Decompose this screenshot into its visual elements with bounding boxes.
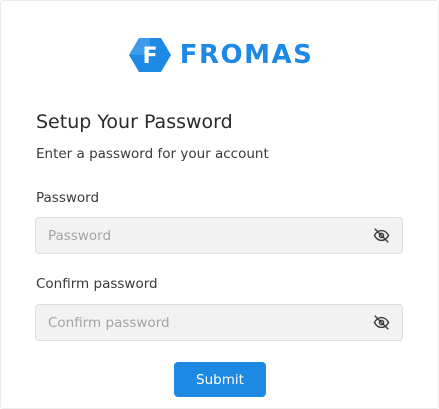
confirm-password-label: Confirm password [36,276,158,292]
password-label: Password [36,190,100,206]
submit-button[interactable]: Submit [174,362,266,397]
fromas-logo-icon: F [128,38,171,72]
password-input[interactable] [36,218,372,253]
page-subtitle: Enter a password for your account [36,146,269,162]
brand-header: F FROMAS [1,37,439,73]
svg-text:F: F [142,44,157,69]
brand-name: FROMAS [179,40,314,70]
confirm-password-input[interactable] [36,305,372,340]
setup-password-card: F FROMAS Setup Your Password Enter a pas… [0,0,439,409]
password-field [35,217,403,254]
eye-slash-icon[interactable] [372,314,390,332]
confirm-password-field [35,304,403,341]
eye-slash-icon[interactable] [372,227,390,245]
page-title: Setup Your Password [36,111,233,133]
